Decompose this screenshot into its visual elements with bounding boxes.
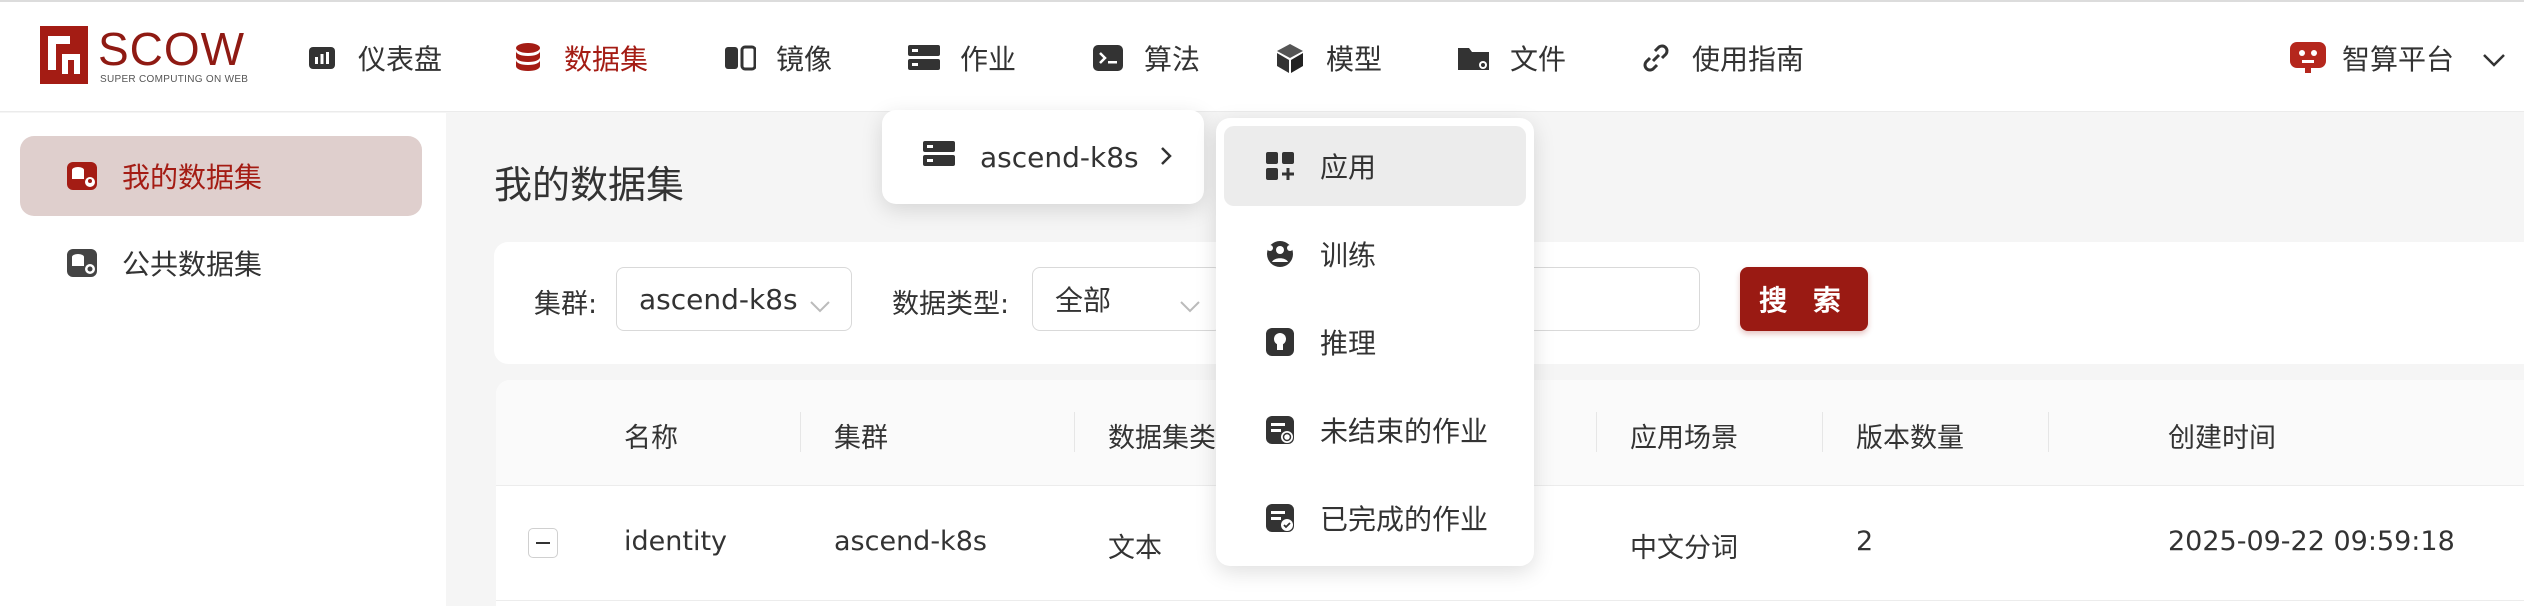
inference-icon (1264, 325, 1298, 359)
menu-item-training[interactable]: 训练 (1224, 214, 1526, 294)
type-filter-label: 数据类型: (892, 289, 1010, 320)
nav-datasets-label: 数据集 (564, 43, 649, 76)
platform-label: 智算平台 (2342, 43, 2455, 76)
cell-type: 文本 (1108, 533, 1162, 564)
column-divider (1596, 412, 1597, 452)
column-divider (1822, 412, 1823, 452)
cluster-select-value: ascend-k8s (639, 282, 798, 316)
cell-cluster: ascend-k8s (834, 526, 987, 557)
search-button[interactable]: 搜 索 (1740, 267, 1868, 331)
menu-item-label: 训练 (1320, 239, 1377, 272)
menu-item-running-jobs[interactable]: 未结束的作业 (1224, 390, 1526, 470)
public-dataset-icon (66, 245, 102, 281)
nav-algorithms-label: 算法 (1144, 43, 1201, 76)
menu-item-cluster[interactable]: ascend-k8s (922, 134, 1173, 180)
nav-datasets[interactable]: 数据集 (508, 32, 648, 84)
logo-text: SCOW (98, 23, 246, 75)
menu-item-label: 已完成的作业 (1320, 503, 1489, 536)
nav-dashboard[interactable]: 仪表盘 (302, 32, 442, 84)
column-header-cluster[interactable]: 集群 (834, 416, 888, 455)
page: SCOW SUPER COMPUTING ON WEB 仪表盘 数据集 镜像 作… (0, 0, 2524, 606)
jobs-cluster-menu: ascend-k8s (882, 110, 1204, 204)
menu-item-label: 推理 (1320, 327, 1377, 360)
nav-jobs[interactable]: 作业 (904, 32, 1016, 84)
nav-models[interactable]: 模型 (1270, 32, 1382, 84)
sidebar: 我的数据集 公共数据集 (0, 113, 446, 606)
nav-dashboard-label: 仪表盘 (358, 43, 443, 76)
sidebar-item-label: 公共数据集 (122, 248, 263, 281)
database-icon (508, 38, 548, 78)
top-header: SCOW SUPER COMPUTING ON WEB 仪表盘 数据集 镜像 作… (0, 0, 2524, 112)
chevron-down-icon (1179, 288, 1201, 321)
column-header-name[interactable]: 名称 (624, 416, 678, 455)
logo-subtitle: SUPER COMPUTING ON WEB (100, 74, 249, 85)
nav-algorithms[interactable]: 算法 (1088, 32, 1200, 84)
chevron-right-icon (1159, 141, 1173, 174)
nav-guide[interactable]: 使用指南 (1636, 32, 1804, 84)
page-title: 我的数据集 (494, 163, 685, 207)
column-header-type[interactable]: 数据集类 (1108, 416, 1216, 455)
image-icon (720, 38, 760, 78)
cell-name: identity (624, 526, 728, 557)
server-icon (922, 139, 956, 176)
column-header-versions[interactable]: 版本数量 (1856, 416, 1964, 455)
menu-item-label: 应用 (1320, 151, 1377, 184)
robot-icon (2288, 38, 2328, 78)
sidebar-item-my-datasets[interactable]: 我的数据集 (20, 136, 422, 216)
column-divider (800, 412, 801, 452)
chevron-down-icon (809, 288, 831, 321)
cell-versions: 2 (1856, 526, 1874, 557)
cell-scene: 中文分词 (1630, 533, 1738, 564)
row-expand-button[interactable] (528, 528, 558, 558)
nav-files[interactable]: 文件 (1454, 32, 1566, 84)
nav-images[interactable]: 镜像 (720, 32, 832, 84)
menu-item-finished-jobs[interactable]: 已完成的作业 (1224, 478, 1526, 558)
column-divider (2048, 412, 2049, 452)
menu-item-apps[interactable]: 应用 (1224, 126, 1526, 206)
platform-switcher[interactable]: 智算平台 (2288, 32, 2506, 84)
running-jobs-icon (1264, 413, 1298, 447)
folder-icon (1454, 38, 1494, 78)
dashboard-icon (302, 38, 342, 78)
cluster-select[interactable]: ascend-k8s (616, 267, 852, 331)
menu-item-cluster-label: ascend-k8s (980, 140, 1139, 174)
nav-images-label: 镜像 (776, 43, 833, 76)
sidebar-item-public-datasets[interactable]: 公共数据集 (20, 223, 422, 303)
jobs-submenu: 应用 训练 推理 未结束的作业 已完成的作业 (1216, 118, 1534, 566)
logo[interactable]: SCOW SUPER COMPUTING ON WEB (38, 24, 248, 90)
sidebar-item-label: 我的数据集 (122, 161, 263, 194)
row-divider (496, 600, 2524, 601)
my-dataset-icon (66, 158, 102, 194)
cube-icon (1270, 38, 1310, 78)
cell-created: 2025-09-22 09:59:18 (2168, 526, 2455, 557)
type-select[interactable]: 全部 (1032, 267, 1222, 331)
type-select-value: 全部 (1055, 284, 1112, 317)
column-header-scene[interactable]: 应用场景 (1630, 416, 1738, 455)
chevron-down-icon (2482, 42, 2506, 75)
nav-guide-label: 使用指南 (1692, 43, 1805, 76)
apps-icon (1264, 149, 1298, 183)
menu-item-inference[interactable]: 推理 (1224, 302, 1526, 382)
menu-item-label: 未结束的作业 (1320, 415, 1489, 448)
nav-models-label: 模型 (1326, 43, 1383, 76)
training-icon (1264, 237, 1298, 271)
link-icon (1636, 38, 1676, 78)
logo-mark-icon (40, 26, 88, 84)
nav-jobs-label: 作业 (960, 43, 1017, 76)
terminal-icon (1088, 38, 1128, 78)
nav-files-label: 文件 (1510, 43, 1567, 76)
column-divider (1074, 412, 1075, 452)
server-icon (904, 38, 944, 78)
finished-jobs-icon (1264, 501, 1298, 535)
column-header-created[interactable]: 创建时间 (2168, 416, 2276, 455)
cluster-filter-label: 集群: (534, 289, 598, 320)
